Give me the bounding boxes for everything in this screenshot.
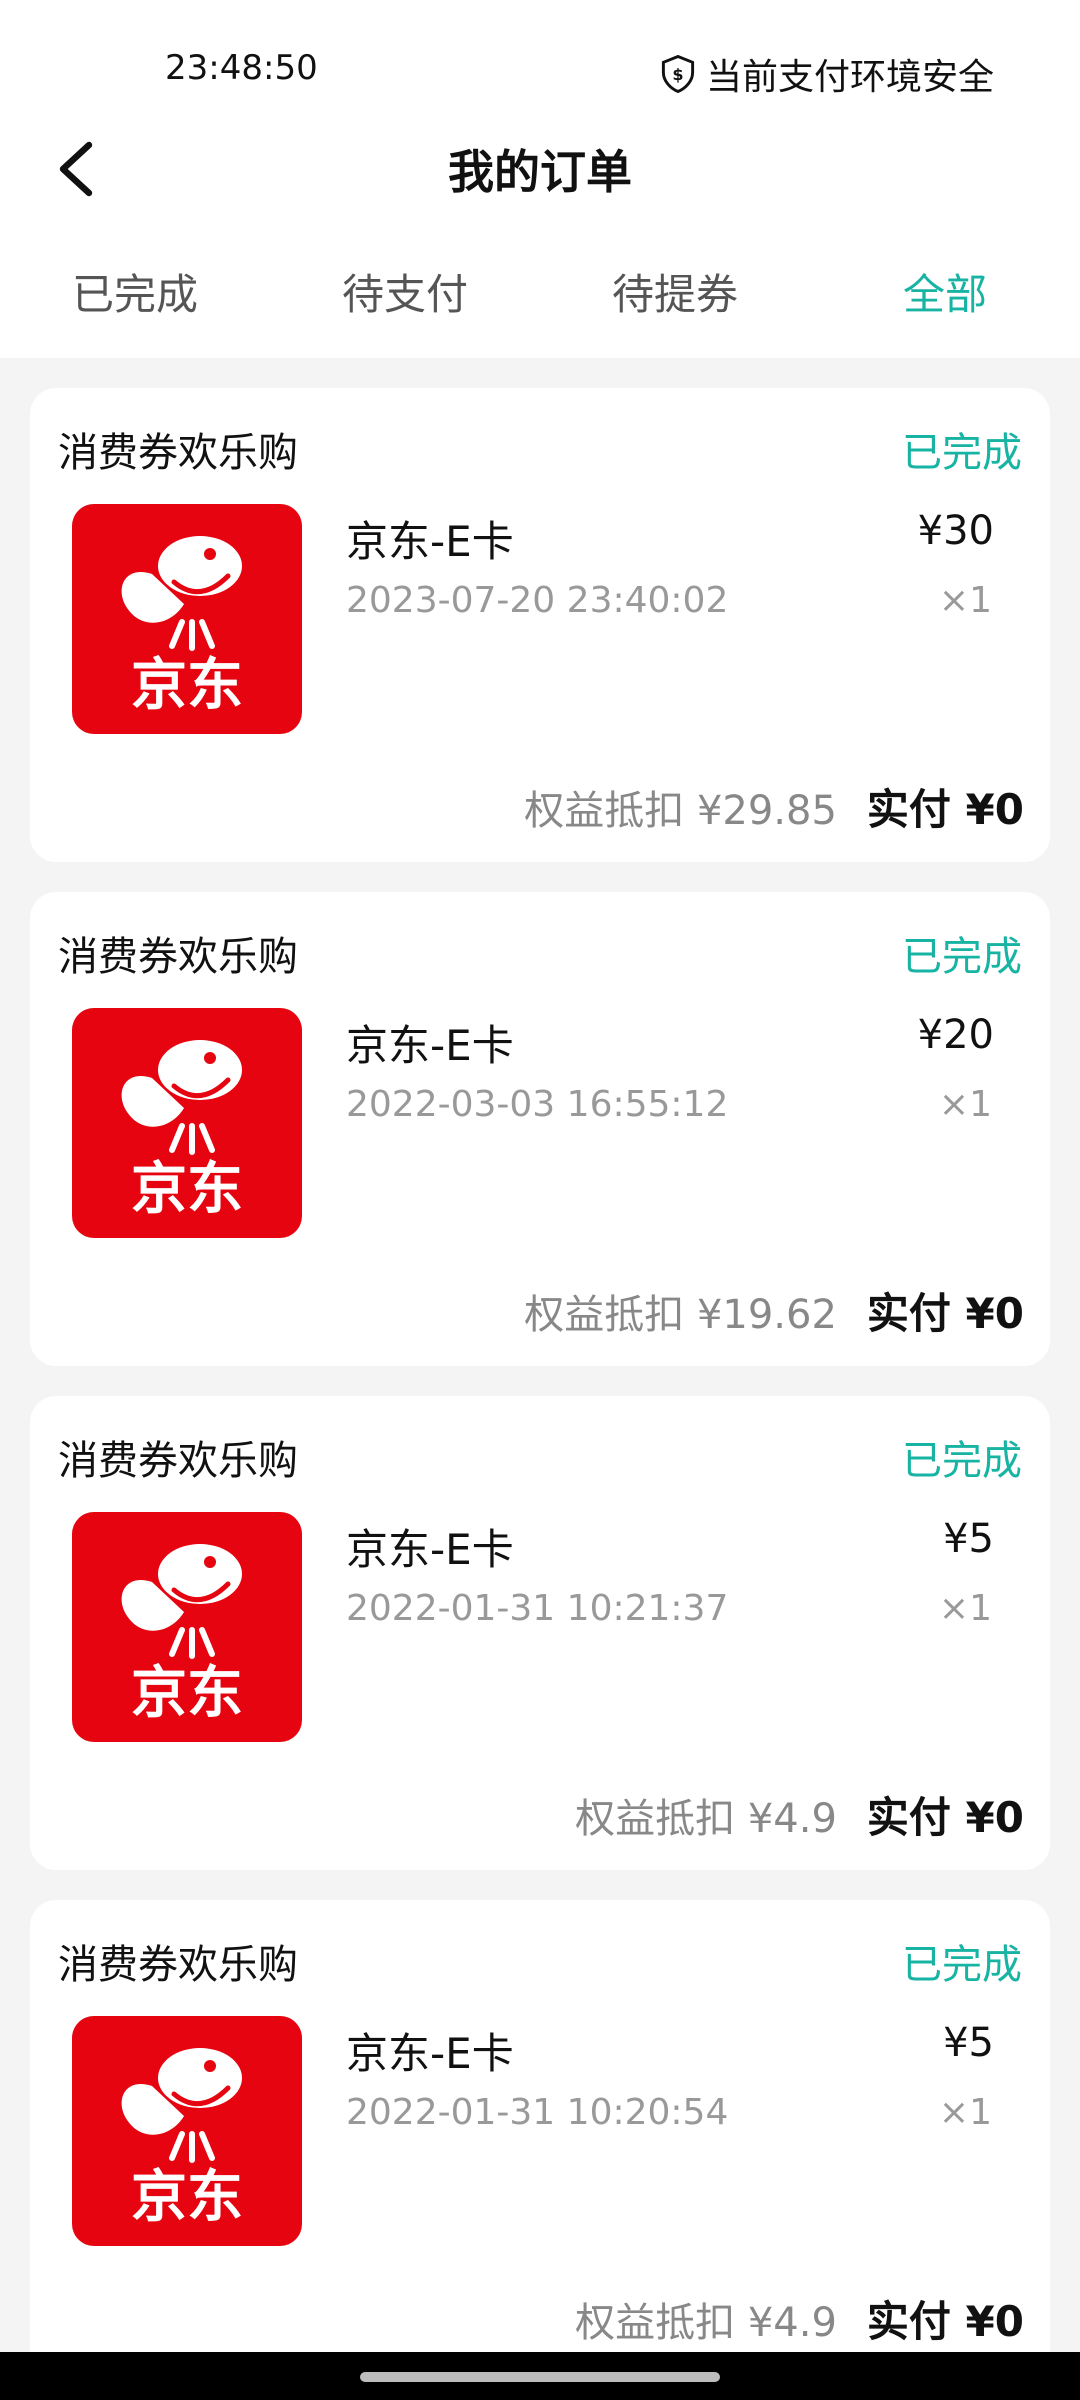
order-card[interactable]: 消费券欢乐购 已完成 京东 京东-E卡 2022-01-31 10:20:54 … [30, 1900, 1050, 2374]
product-logo: 京东 [72, 2016, 302, 2246]
order-status: 已完成 [902, 430, 1022, 476]
order-time: 2022-01-31 10:20:54 [346, 2092, 729, 2133]
paid-amount: 实付 ¥0 [866, 1289, 1024, 1338]
tab-pending-payment[interactable]: 待支付 [270, 250, 540, 340]
payment-summary: 权益抵扣 ¥4.9 实付 ¥0 [575, 2288, 1024, 2349]
order-tabs: 已完成 待支付 待提券 全部 [0, 250, 1080, 340]
logo-text: 京东 [131, 653, 243, 718]
order-card[interactable]: 消费券欢乐购 已完成 京东 京东-E卡 2022-01-31 10:21:37 … [30, 1396, 1050, 1870]
status-bar: 23:48:50 $ 当前支付环境安全 [0, 0, 1080, 140]
product-quantity: ×1 [938, 1084, 992, 1125]
status-time: 23:48:50 [165, 48, 318, 88]
system-navigation-bar [0, 2352, 1080, 2400]
product-logo: 京东 [72, 1008, 302, 1238]
product-price: ¥20 [917, 1012, 994, 1058]
product-name: 京东-E卡 [346, 517, 514, 566]
shield-check-icon: $ [661, 55, 695, 93]
paid-amount: 实付 ¥0 [866, 785, 1024, 834]
order-card[interactable]: 消费券欢乐购 已完成 京东 京东-E卡 2022-03-03 16:55:12 … [30, 892, 1050, 1366]
security-text: 当前支付环境安全 [705, 57, 994, 98]
store-name: 消费券欢乐购 [58, 1438, 298, 1484]
discount-amount: 权益抵扣 ¥19.62 [524, 1292, 837, 1338]
product-logo: 京东 [72, 1512, 302, 1742]
tab-completed[interactable]: 已完成 [0, 250, 270, 340]
tab-pending-coupon[interactable]: 待提券 [540, 250, 810, 340]
discount-amount: 权益抵扣 ¥29.85 [524, 788, 837, 834]
order-list: 消费券欢乐购 已完成 京东 京东-E卡 2023-07-20 23:40:02 … [30, 388, 1050, 2400]
product-name: 京东-E卡 [346, 1525, 514, 1574]
store-name: 消费券欢乐购 [58, 1942, 298, 1988]
logo-text: 京东 [131, 1157, 243, 1222]
jd-logo-icon: 京东 [121, 2048, 243, 2230]
product-quantity: ×1 [938, 2092, 992, 2133]
product-logo: 京东 [72, 504, 302, 734]
store-name: 消费券欢乐购 [58, 430, 298, 476]
product-price: ¥5 [943, 2020, 994, 2066]
jd-logo-icon: 京东 [121, 1544, 243, 1726]
jd-logo-icon: 京东 [121, 536, 243, 718]
order-status: 已完成 [902, 1942, 1022, 1988]
nav-bar: 我的订单 [0, 120, 1080, 220]
order-status: 已完成 [902, 1438, 1022, 1484]
payment-summary: 权益抵扣 ¥29.85 实付 ¥0 [524, 776, 1024, 837]
product-name: 京东-E卡 [346, 2029, 514, 2078]
store-name: 消费券欢乐购 [58, 934, 298, 980]
paid-amount: 实付 ¥0 [866, 2297, 1024, 2346]
tab-all[interactable]: 全部 [810, 250, 1080, 340]
discount-amount: 权益抵扣 ¥4.9 [575, 2300, 837, 2346]
svg-text:$: $ [672, 65, 683, 84]
product-price: ¥5 [943, 1516, 994, 1562]
order-status: 已完成 [902, 934, 1022, 980]
product-name: 京东-E卡 [346, 1021, 514, 1070]
jd-logo-icon: 京东 [121, 1040, 243, 1222]
logo-text: 京东 [131, 2165, 243, 2230]
order-time: 2022-03-03 16:55:12 [346, 1084, 729, 1125]
order-time: 2023-07-20 23:40:02 [346, 580, 729, 621]
payment-summary: 权益抵扣 ¥4.9 实付 ¥0 [575, 1784, 1024, 1845]
page-title: 我的订单 [448, 145, 632, 199]
product-quantity: ×1 [938, 580, 992, 621]
paid-amount: 实付 ¥0 [866, 1793, 1024, 1842]
product-price: ¥30 [917, 508, 994, 554]
order-time: 2022-01-31 10:21:37 [346, 1588, 729, 1629]
order-card[interactable]: 消费券欢乐购 已完成 京东 京东-E卡 2023-07-20 23:40:02 … [30, 388, 1050, 862]
discount-amount: 权益抵扣 ¥4.9 [575, 1796, 837, 1842]
logo-text: 京东 [131, 1661, 243, 1726]
payment-summary: 权益抵扣 ¥19.62 实付 ¥0 [524, 1280, 1024, 1341]
header-area: 23:48:50 $ 当前支付环境安全 我的订单 已完成 待支付 待提券 全部 [0, 0, 1080, 358]
home-indicator[interactable] [360, 2372, 720, 2382]
security-indicator: $ 当前支付环境安全 [660, 48, 994, 100]
product-quantity: ×1 [938, 1588, 992, 1629]
